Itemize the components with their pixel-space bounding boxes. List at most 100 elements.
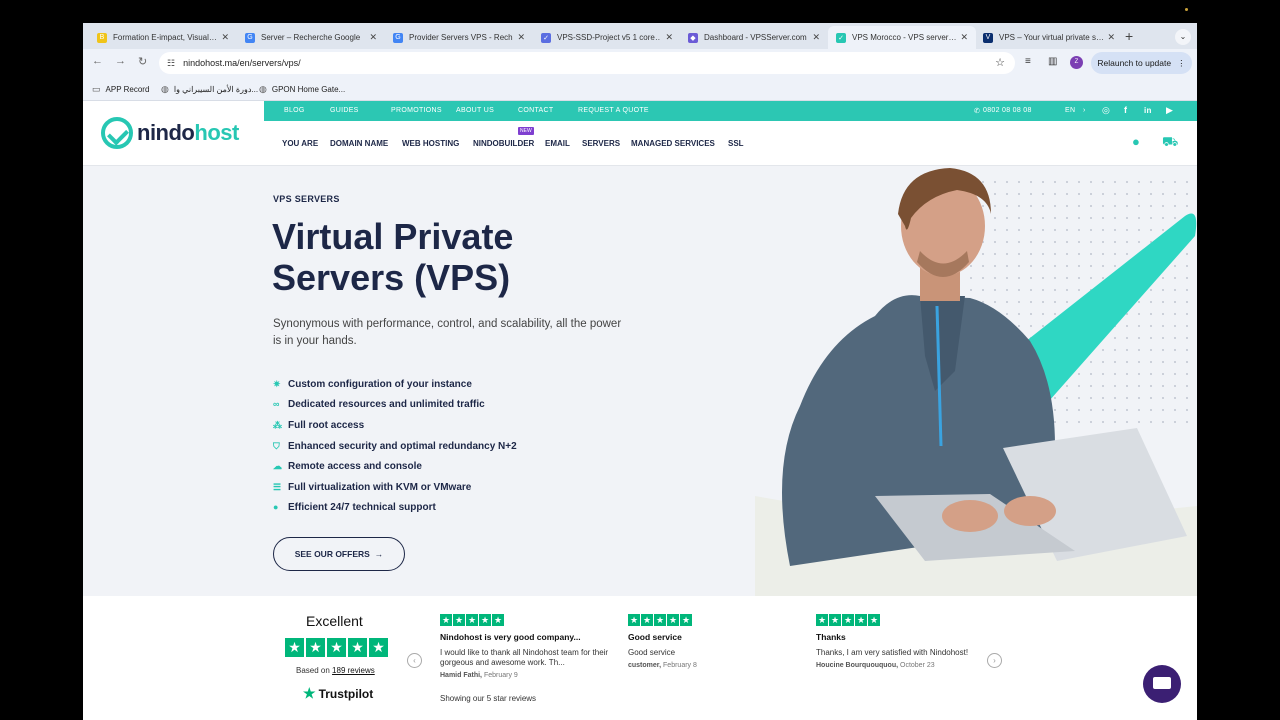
tab[interactable]: G Provider Servers VPS - Rech… ✕ <box>385 26 533 49</box>
topbar-link-about[interactable]: ABOUT US <box>456 107 494 114</box>
media-icon[interactable]: ≡ <box>1025 56 1031 67</box>
web-page: nindo host BLOG GUIDES PROMOTIONS ABOUT U… <box>83 101 1197 720</box>
bookmark-item[interactable]: ◍ دورة الأمن السيبراني وا... <box>161 84 258 95</box>
close-icon[interactable]: ✕ <box>221 32 229 43</box>
hero-description: Synonymous with performance, control, an… <box>273 318 622 347</box>
nav-web-hosting[interactable]: WEB HOSTING <box>402 139 459 148</box>
topbar-link-guides[interactable]: GUIDES <box>330 107 359 114</box>
review-body: I would like to thank all Nindohost team… <box>440 648 609 667</box>
close-icon[interactable]: ✕ <box>960 32 968 43</box>
cart-icon[interactable]: ⛟ <box>1162 134 1178 152</box>
chat-icon: ● <box>273 502 279 513</box>
nav-email[interactable]: EMAIL <box>545 139 570 148</box>
account-icon[interactable]: ● <box>1132 134 1140 149</box>
close-icon[interactable]: ✕ <box>369 32 377 43</box>
close-icon[interactable]: ✕ <box>517 32 525 43</box>
next-review-button[interactable]: › <box>987 653 1002 668</box>
bookmark-label: GPON Home Gate... <box>271 85 346 94</box>
hero-title: Virtual Private Servers (VPS) <box>272 216 612 298</box>
nav-servers[interactable]: SERVERS <box>582 139 620 148</box>
review-body: Thanks, I am very satisfied with Nindoho… <box>816 648 969 657</box>
review-title: Good service <box>628 632 682 642</box>
review-body: Good service <box>628 648 676 657</box>
nav-ssl[interactable]: SSL <box>728 139 744 148</box>
feature-item: ∞ Dedicated resources and unlimited traff… <box>273 395 633 416</box>
tab-title: Provider Servers VPS - Rech… <box>409 33 514 42</box>
trustpilot-stars: ★ ★ ★ ★ ★ <box>285 638 388 657</box>
review-count-link[interactable]: 189 reviews <box>332 666 375 675</box>
tab[interactable]: ✓ VPS-SSD-Project v5 1 core… ✕ <box>533 26 681 49</box>
close-icon[interactable]: ✕ <box>812 32 820 43</box>
bookmark-item[interactable]: ▭ APP Record <box>92 84 149 95</box>
topbar-link-blog[interactable]: BLOG <box>284 107 305 114</box>
forward-icon[interactable]: → <box>115 55 126 67</box>
trustpilot-logo[interactable]: ★ Trustpilot <box>303 685 373 702</box>
tab[interactable]: B Formation E-impact, Visual… ✕ <box>89 26 237 49</box>
close-icon[interactable]: ✕ <box>665 32 673 43</box>
side-panel-icon[interactable]: ▥ <box>1048 56 1057 67</box>
star-icon: ★ <box>466 614 478 626</box>
tab-search-button[interactable]: ⌄ <box>1175 29 1191 45</box>
trustpilot-word: Trustpilot <box>318 686 374 701</box>
nav-you-are[interactable]: YOU ARE <box>282 139 318 148</box>
star-icon: ★ <box>654 614 666 626</box>
instagram-icon[interactable]: ◎ <box>1102 105 1110 116</box>
star-icon: ★ <box>285 638 304 657</box>
feature-label: Efficient 24/7 technical support <box>288 502 436 514</box>
globe-icon: ◍ <box>259 84 267 94</box>
feature-label: Dedicated resources and unlimited traffi… <box>288 399 485 411</box>
nindohost-logo[interactable]: nindo host <box>101 117 239 149</box>
nav-nindobuilder[interactable]: NINDOBUILDER <box>473 139 534 148</box>
topbar-phone[interactable]: 0802 08 08 08 <box>983 107 1032 114</box>
google-icon: G <box>245 32 255 43</box>
chat-widget-button[interactable] <box>1143 665 1181 703</box>
star-icon: ★ <box>492 614 504 626</box>
new-tab-button[interactable]: + <box>1125 28 1133 44</box>
topbar-link-promotions[interactable]: PROMOTIONS <box>391 107 442 114</box>
showing-note: Showing our 5 star reviews <box>440 694 537 703</box>
star-icon: ★ <box>369 638 388 657</box>
reviews-section: Excellent ★ ★ ★ ★ ★ Based on 189 reviews ★ Tr… <box>83 596 1197 720</box>
review-author: Houcine Bourquouquou, <box>816 662 899 669</box>
vps-icon: V <box>983 32 993 43</box>
facebook-icon[interactable]: f <box>1124 105 1127 115</box>
review-card[interactable]: ★ ★ ★ ★ ★ Good service Good service customer… <box>628 614 803 669</box>
relaunch-button[interactable]: Relaunch to update ⋮ <box>1091 52 1192 74</box>
bookmark-item[interactable]: ◍ GPON Home Gate... <box>259 84 345 95</box>
nav-domain-name[interactable]: DOMAIN NAME <box>330 139 388 148</box>
hero-section: VPS SERVERS Virtual Private Servers (VPS)… <box>83 166 1197 596</box>
see-offers-button[interactable]: SEE OUR OFFERS → <box>273 537 405 571</box>
review-stars: ★ ★ ★ ★ ★ <box>816 614 991 626</box>
hero-title-line-1: Virtual Private <box>272 216 514 257</box>
bookmark-star-icon[interactable]: ☆ <box>995 56 1005 69</box>
reload-icon[interactable]: ↻ <box>138 55 147 68</box>
nav-managed-services[interactable]: MANAGED SERVICES <box>631 139 715 148</box>
prev-review-button[interactable]: ‹ <box>407 653 422 668</box>
review-card[interactable]: ★ ★ ★ ★ ★ Nindohost is very good company... … <box>440 614 615 679</box>
tab[interactable]: ◆ Dashboard - VPSServer.com ✕ <box>680 26 828 49</box>
tab-active[interactable]: ✓ VPS Morocco - VPS server… ✕ <box>828 26 976 49</box>
back-icon[interactable]: ← <box>92 55 103 67</box>
review-card[interactable]: ★ ★ ★ ★ ★ Thanks Thanks, I am very satisfied… <box>816 614 991 669</box>
youtube-icon[interactable]: ▶ <box>1166 105 1173 116</box>
topbar-link-quote[interactable]: REQUEST A QUOTE <box>578 107 649 114</box>
topbar-link-contact[interactable]: CONTACT <box>518 107 553 114</box>
logo-word-1: nindo <box>137 120 195 145</box>
tab[interactable]: V VPS – Your virtual private s… ✕ <box>975 26 1123 49</box>
tab[interactable]: G Server – Recherche Google ✕ <box>237 26 385 49</box>
tab-title: Server – Recherche Google <box>261 33 361 42</box>
trustpilot-star-icon: ★ <box>303 685 316 701</box>
feature-item: ⁂ Full root access <box>273 415 633 436</box>
gear-icon: ✷ <box>273 378 281 389</box>
site-info-icon[interactable]: ☷ <box>167 58 175 69</box>
feature-label: Full root access <box>288 419 365 431</box>
address-bar[interactable]: ☷ nindohost.ma/en/servers/vps/ ☆ <box>159 52 1015 74</box>
review-meta: customer, February 8 <box>628 662 803 669</box>
profile-avatar[interactable]: Z <box>1070 56 1083 69</box>
url-text: nindohost.ma/en/servers/vps/ <box>183 58 301 68</box>
star-icon: ★ <box>680 614 692 626</box>
linkedin-icon[interactable]: in <box>1144 106 1152 115</box>
close-icon[interactable]: ✕ <box>1107 32 1115 43</box>
language-selector[interactable]: EN <box>1065 107 1075 114</box>
star-icon: ★ <box>327 638 346 657</box>
